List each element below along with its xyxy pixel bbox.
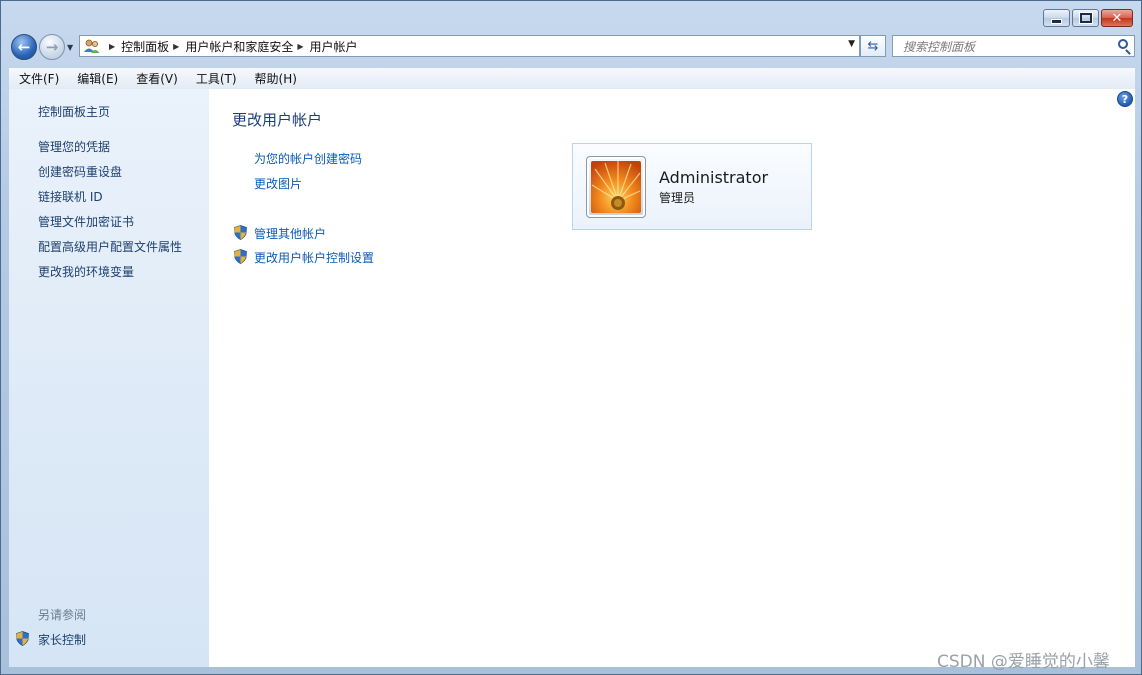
chevron-right-icon[interactable]: ▶ [297,42,303,51]
refresh-button[interactable]: ⇆ [860,35,886,57]
sidebar-item-create-password-reset-disk[interactable]: 创建密码重设盘 [38,163,122,180]
control-panel-window: ✕ ← → ▼ ▶ 控制面板 ▶ 用户帐户和家庭安全 ▶ 用户帐户 ▼ ⇆ 搜索… [0,0,1142,675]
back-button[interactable]: ← [11,34,37,60]
account-card: Administrator 管理员 [572,143,812,230]
minimize-button[interactable] [1043,9,1070,27]
forward-arrow-icon: → [45,38,59,56]
navigation-row: ← → ▼ ▶ 控制面板 ▶ 用户帐户和家庭安全 ▶ 用户帐户 ▼ ⇆ [1,31,1141,65]
see-also-heading: 另请参阅 [38,608,87,622]
breadcrumb-user-accounts-family-safety[interactable]: 用户帐户和家庭安全 [185,38,293,55]
users-icon [83,38,101,54]
sidebar-item-change-environment-variables[interactable]: 更改我的环境变量 [38,263,134,280]
menu-help[interactable]: 帮助(H) [245,70,305,87]
uac-shield-icon [234,225,247,240]
task-change-picture[interactable]: 更改图片 [254,175,302,192]
menu-bar: 文件(F) 编辑(E) 查看(V) 工具(T) 帮助(H) [9,67,1135,90]
sidebar-item-link-online-id[interactable]: 链接联机 ID [38,188,103,205]
task-manage-other-accounts[interactable]: 管理其他帐户 [254,225,326,242]
chevron-right-icon[interactable]: ▶ [173,42,179,51]
search-box [892,35,1135,57]
minimize-icon [1051,18,1062,24]
sidebar-item-advanced-profile-properties[interactable]: 配置高级用户配置文件属性 [38,238,182,255]
task-change-uac-settings[interactable]: 更改用户帐户控制设置 [254,249,374,266]
menu-tools[interactable]: 工具(T) [186,70,245,87]
menu-edit[interactable]: 编辑(E) [67,70,126,87]
address-dropdown-icon[interactable]: ▼ [848,39,855,49]
recent-pages-dropdown[interactable]: ▼ [67,43,73,52]
search-icon[interactable] [1118,39,1128,49]
close-button[interactable]: ✕ [1101,9,1133,27]
back-arrow-icon: ← [17,38,31,56]
menu-view[interactable]: 查看(V) [126,70,186,87]
uac-shield-icon [16,631,29,646]
maximize-icon [1079,13,1092,23]
breadcrumb-control-panel[interactable]: 控制面板 [121,38,169,55]
chevron-right-icon[interactable]: ▶ [109,42,115,51]
breadcrumb-user-accounts[interactable]: 用户帐户 [310,38,358,55]
search-input[interactable] [901,37,1115,57]
sidebar: 控制面板主页 管理您的凭据 创建密码重设盘 链接联机 ID 管理文件加密证书 配… [9,89,209,667]
task-create-password[interactable]: 为您的帐户创建密码 [254,150,362,167]
uac-shield-icon [234,249,247,264]
page-title: 更改用户帐户 [232,111,323,129]
flower-picture-icon [591,161,641,213]
maximize-button[interactable] [1072,9,1099,27]
account-name: Administrator [659,168,769,187]
sidebar-item-manage-credentials[interactable]: 管理您的凭据 [38,138,110,155]
menu-file[interactable]: 文件(F) [9,70,67,87]
watermark: CSDN @爱睡觉的小馨 [937,652,1110,672]
content-area: 控制面板主页 管理您的凭据 创建密码重设盘 链接联机 ID 管理文件加密证书 配… [9,89,1135,667]
sidebar-item-parental-controls[interactable]: 家长控制 [38,631,86,648]
sidebar-item-manage-encryption-certificates[interactable]: 管理文件加密证书 [38,213,134,230]
help-icon[interactable]: ? [1117,91,1133,107]
avatar[interactable] [586,156,646,218]
title-bar[interactable]: ✕ [1,1,1141,31]
account-role: 管理员 [659,191,696,205]
refresh-icon: ⇆ [867,38,879,54]
sidebar-item-control-panel-home[interactable]: 控制面板主页 [38,103,110,120]
window-controls: ✕ [1041,9,1133,27]
address-bar[interactable]: ▶ 控制面板 ▶ 用户帐户和家庭安全 ▶ 用户帐户 ▼ [79,35,860,57]
forward-button[interactable]: → [39,34,65,60]
close-icon: ✕ [1111,10,1123,26]
